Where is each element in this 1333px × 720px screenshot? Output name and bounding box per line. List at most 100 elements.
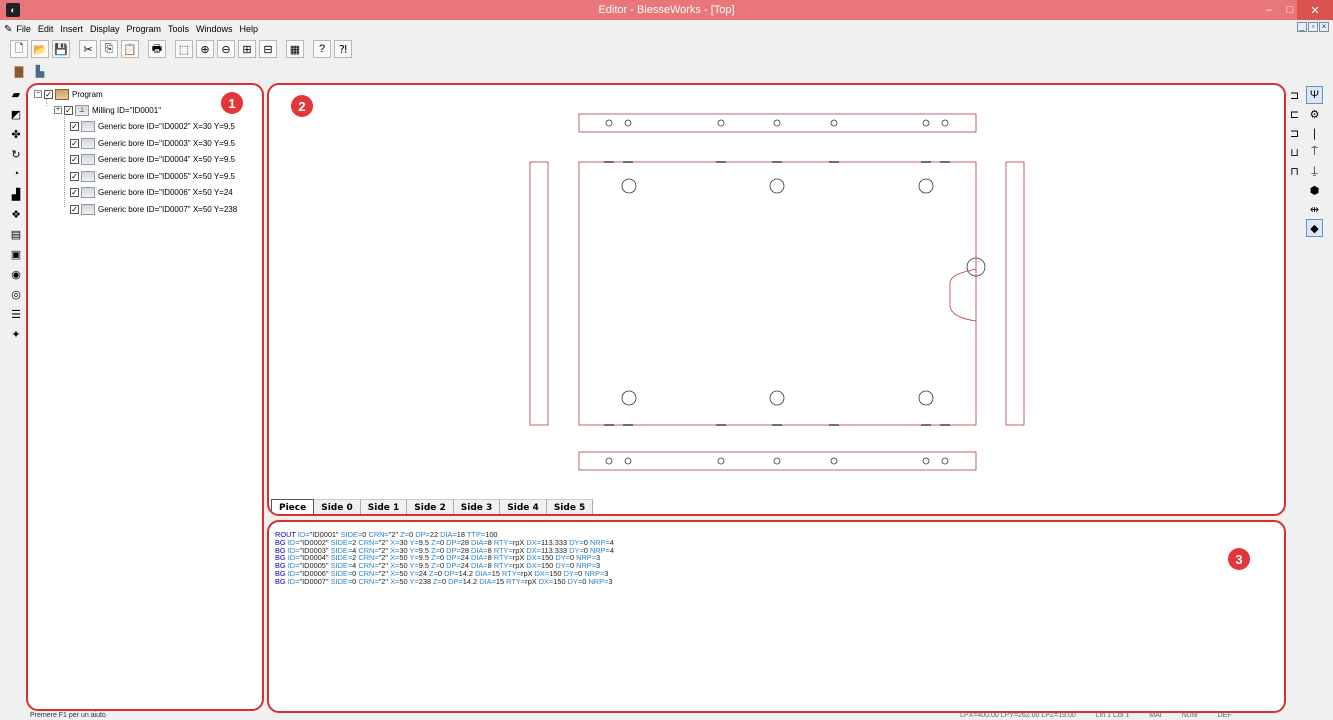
wizard-icon[interactable]: ✦ (8, 326, 24, 342)
checkbox[interactable]: ✓ (70, 187, 79, 197)
tab-side-1[interactable]: Side 1 (360, 499, 408, 514)
drill-head-icon[interactable]: ⍑ (1306, 143, 1323, 161)
checkbox[interactable]: ✓ (70, 171, 79, 181)
router-icon[interactable]: ⍊ (1306, 162, 1323, 180)
bore-mark (769, 178, 785, 194)
help-icon[interactable]: ? (313, 40, 331, 58)
select-icon[interactable]: ⬚ (175, 40, 193, 58)
face-top-icon[interactable]: ⊐ (1286, 86, 1303, 104)
face-bottom-icon[interactable]: ⊔ (1286, 143, 1303, 161)
tab-side-2[interactable]: Side 2 (407, 499, 454, 514)
mdi-close-button[interactable]: × (1319, 22, 1329, 32)
tab-side-3[interactable]: Side 3 (453, 499, 501, 514)
drill-vertical-icon[interactable]: Ψ (1305, 86, 1323, 104)
code-line[interactable]: BG ID="ID0007" SIDE=0 CRN="2" X=50 Y=238… (275, 577, 614, 586)
menu-tools[interactable]: Tools (168, 24, 189, 34)
group-icon[interactable]: ❖ (8, 206, 24, 222)
tab-side-4[interactable]: Side 4 (500, 499, 547, 514)
bore-icon (81, 203, 95, 215)
zoom-window-icon[interactable]: ⊞ (238, 40, 256, 58)
bore-mark (621, 390, 637, 406)
list-icon[interactable]: ☰ (8, 306, 24, 322)
bore-mark (621, 178, 637, 194)
document-icon[interactable]: ✎ (4, 24, 12, 35)
drill-bit-icon[interactable]: ❘ (1306, 124, 1323, 142)
face-front-icon[interactable]: ⊏ (1286, 105, 1303, 123)
menu-windows[interactable]: Windows (196, 24, 233, 34)
bore-mark (941, 457, 949, 465)
library-icon[interactable]: ▇ (10, 62, 28, 80)
left-side-toolbar: ▰ ◩ ✤ ↻ ◔ ▟ ❖ ▤ ▣ ◉ ◎ ☰ ✦ (8, 86, 28, 346)
badge-3: 3 (1228, 548, 1250, 570)
checkbox[interactable]: ✓ (70, 121, 79, 131)
grid-icon[interactable]: ▤ (8, 226, 24, 242)
cut-icon[interactable]: ✂ (79, 40, 97, 58)
view-3d-icon[interactable]: ▦ (286, 40, 304, 58)
rotate-icon[interactable]: ↻ (8, 146, 24, 162)
aggregate-icon[interactable]: ◆ (1305, 219, 1323, 237)
checkbox[interactable]: ✓ (64, 105, 73, 115)
open-folder-icon[interactable]: 📂 (31, 40, 49, 58)
record-icon[interactable]: ◎ (8, 286, 24, 302)
program-code[interactable]: ROUT ID="ID0001" SIDE=0 CRN="2" Z=0 DP=2… (275, 531, 614, 586)
tree-label: Generic bore ID="ID0007" X=50 Y=238 (98, 204, 238, 214)
tool-icon[interactable]: ✤ (8, 126, 24, 142)
collapse-icon[interactable]: − (34, 90, 42, 98)
profile-icon[interactable]: ◩ (8, 106, 24, 122)
target-icon[interactable]: ◉ (8, 266, 24, 282)
tree-node-bore[interactable]: ✓ Generic bore ID="ID0007" X=50 Y=238 (70, 202, 237, 216)
checkbox[interactable]: ✓ (44, 89, 53, 99)
panel-icon[interactable]: ▰ (8, 86, 24, 102)
machine-icon[interactable]: ▙ (31, 62, 49, 80)
zoom-out-icon[interactable]: ⊖ (217, 40, 235, 58)
tree-node-bore[interactable]: ✓ Generic bore ID="ID0003" X=30 Y=9.5 (70, 136, 235, 150)
tree-node-bore[interactable]: ✓ Generic bore ID="ID0005" X=50 Y=9.5 (70, 169, 235, 183)
new-file-icon[interactable]: 🗋 (10, 40, 28, 58)
tree-node-bore[interactable]: ✓ Generic bore ID="ID0002" X=30 Y=9.5 (70, 119, 235, 133)
arc-icon[interactable]: ◔ (8, 166, 24, 182)
save-icon[interactable]: 💾 (52, 40, 70, 58)
print-icon[interactable]: 🖶 (148, 40, 166, 58)
bore-mark (941, 119, 949, 127)
tree-node-milling[interactable]: + ✓ ⊥ Milling ID="ID0001" (54, 103, 161, 117)
tree-node-program[interactable]: − ✓ Program (34, 87, 103, 101)
copy-icon[interactable]: ⎘ (100, 40, 118, 58)
checkbox[interactable]: ✓ (70, 154, 79, 164)
tab-side-5[interactable]: Side 5 (546, 499, 594, 514)
menu-display[interactable]: Display (90, 24, 120, 34)
tab-side-0[interactable]: Side 0 (314, 499, 361, 514)
mdi-minimize-button[interactable]: _ (1297, 22, 1307, 32)
checkbox[interactable]: ✓ (70, 138, 79, 148)
close-button[interactable]: ✕ (1297, 0, 1333, 20)
mdi-restore-button[interactable]: ▫ (1308, 22, 1318, 32)
expand-icon[interactable]: + (54, 106, 62, 114)
gear-icon[interactable]: ⚙ (1306, 105, 1323, 123)
tree-node-bore[interactable]: ✓ Generic bore ID="ID0004" X=50 Y=9.5 (70, 152, 235, 166)
face-back-icon[interactable]: ⊓ (1286, 162, 1303, 180)
tab-piece[interactable]: Piece (271, 499, 315, 514)
menu-help[interactable]: Help (240, 24, 259, 34)
menu-file[interactable]: File (16, 24, 31, 34)
minimize-button[interactable]: – (1259, 0, 1279, 20)
bore-mark (918, 390, 934, 406)
piece-drawing[interactable] (269, 85, 1284, 495)
menu-program[interactable]: Program (126, 24, 161, 34)
tree-node-bore[interactable]: ✓ Generic bore ID="ID0006" X=50 Y=24 (70, 185, 233, 199)
badge-1: 1 (221, 92, 243, 114)
menu-insert[interactable]: Insert (60, 24, 83, 34)
insert-icon[interactable]: ⇹ (1306, 200, 1323, 218)
zoom-all-icon[interactable]: ⊟ (259, 40, 277, 58)
tree-label: Program (72, 89, 103, 99)
menu-edit[interactable]: Edit (38, 24, 54, 34)
face-side-icon[interactable]: ⊐ (1286, 124, 1303, 142)
blade-icon[interactable]: ⬢ (1306, 181, 1323, 199)
context-help-icon[interactable]: ⁈ (334, 40, 352, 58)
checkbox[interactable]: ✓ (70, 204, 79, 214)
macro-icon[interactable]: ▟ (8, 186, 24, 202)
zoom-in-icon[interactable]: ⊕ (196, 40, 214, 58)
paste-icon[interactable]: 📋 (121, 40, 139, 58)
calculator-icon[interactable]: ▣ (8, 246, 24, 262)
secondary-toolbar: ▇ ▙ (10, 61, 52, 81)
program-tree-panel: 1 − ✓ Program + ✓ ⊥ Milling ID="ID0001" … (26, 83, 264, 711)
bore-mark (624, 119, 632, 127)
